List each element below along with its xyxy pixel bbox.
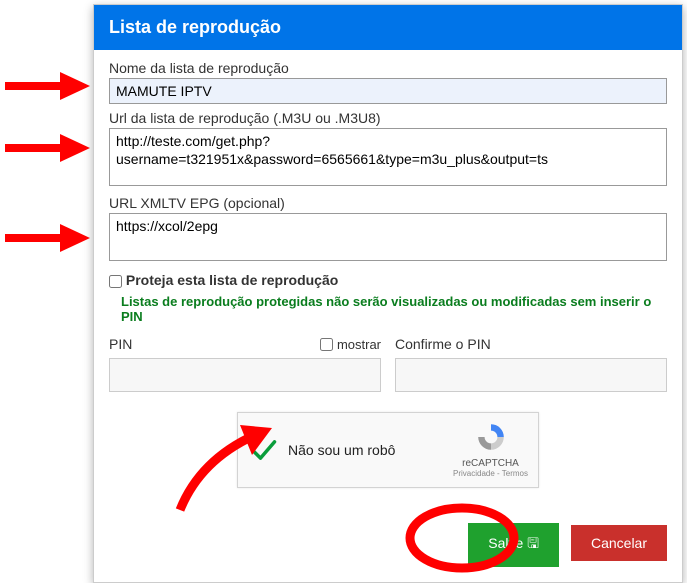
recaptcha-widget[interactable]: Não sou um robô reCAPTCHA Privacidade - … bbox=[237, 412, 539, 488]
confirm-pin-col: Confirme o PIN bbox=[395, 334, 667, 392]
protect-checkbox[interactable] bbox=[109, 275, 122, 288]
recaptcha-checkmark-icon bbox=[250, 436, 278, 464]
url-group: Url da lista de reprodução (.M3U ou .M3U… bbox=[109, 110, 667, 189]
save-button[interactable]: Salve 🖫 bbox=[468, 523, 559, 567]
confirm-pin-label: Confirme o PIN bbox=[395, 336, 491, 352]
modal-body: Nome da lista de reprodução Url da lista… bbox=[94, 50, 682, 508]
epg-label: URL XMLTV EPG (opcional) bbox=[109, 195, 667, 211]
confirm-pin-input[interactable] bbox=[395, 358, 667, 392]
protect-row: Proteja esta lista de reprodução bbox=[109, 272, 667, 288]
show-pin-label: mostrar bbox=[337, 337, 381, 352]
url-label: Url da lista de reprodução (.M3U ou .M3U… bbox=[109, 110, 667, 126]
modal-footer: Salve 🖫 Cancelar bbox=[94, 508, 682, 582]
cancel-button[interactable]: Cancelar bbox=[571, 525, 667, 561]
pin-label: PIN bbox=[109, 336, 132, 352]
name-input[interactable] bbox=[109, 78, 667, 104]
recaptcha-links[interactable]: Privacidade - Termos bbox=[453, 469, 528, 478]
playlist-modal: Lista de reprodução Nome da lista de rep… bbox=[93, 4, 683, 583]
protect-label: Proteja esta lista de reprodução bbox=[126, 272, 338, 288]
name-label: Nome da lista de reprodução bbox=[109, 60, 667, 76]
pin-col: PIN mostrar bbox=[109, 334, 381, 392]
epg-group: URL XMLTV EPG (opcional) https://xcol/2e… bbox=[109, 195, 667, 264]
name-group: Nome da lista de reprodução bbox=[109, 60, 667, 104]
recaptcha-text: Não sou um robô bbox=[288, 442, 395, 458]
recaptcha-icon bbox=[475, 421, 507, 453]
show-pin-checkbox[interactable] bbox=[320, 338, 333, 351]
pin-row: PIN mostrar Confirme o PIN bbox=[109, 334, 667, 392]
recaptcha-brand: reCAPTCHA bbox=[453, 458, 528, 469]
epg-input[interactable]: https://xcol/2epg bbox=[109, 213, 667, 261]
protect-hint: Listas de reprodução protegidas não serã… bbox=[121, 294, 667, 324]
recaptcha-logo: reCAPTCHA Privacidade - Termos bbox=[453, 421, 528, 478]
pin-input[interactable] bbox=[109, 358, 381, 392]
modal-title: Lista de reprodução bbox=[109, 17, 281, 37]
modal-header: Lista de reprodução bbox=[94, 5, 682, 50]
url-input[interactable]: http://teste.com/get.php?username=t32195… bbox=[109, 128, 667, 186]
